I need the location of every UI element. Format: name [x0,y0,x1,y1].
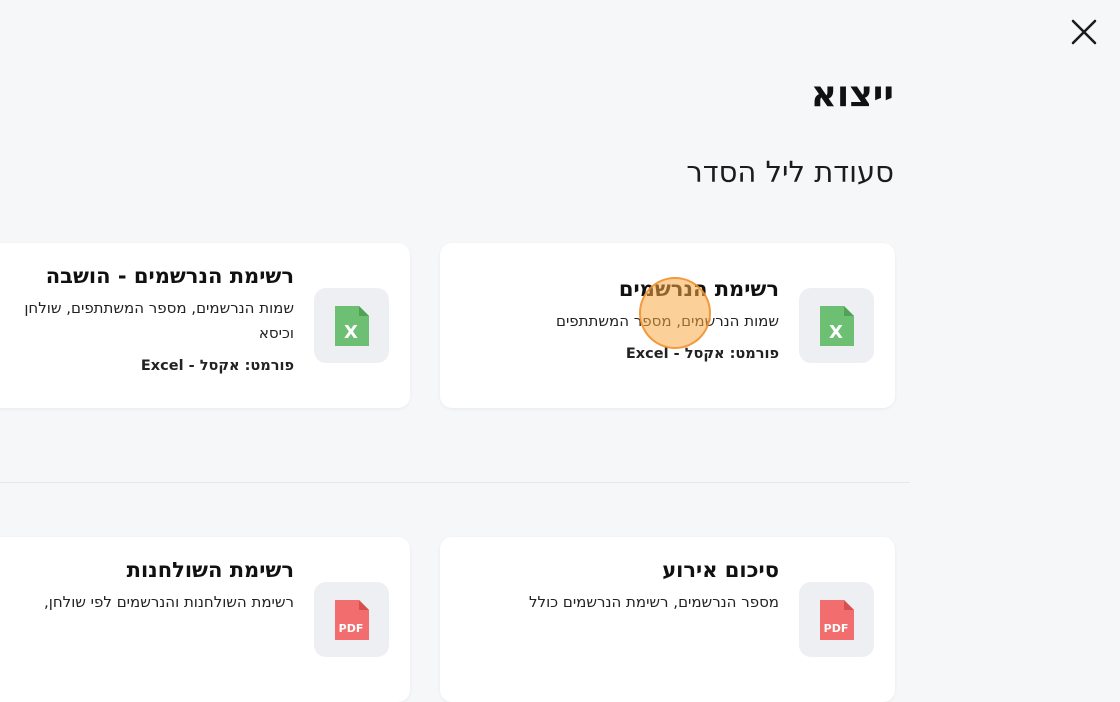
svg-text:X: X [829,322,843,343]
export-card-registrants-seating[interactable]: X רשימת הנרשמים - הושבה שמות הנרשמים, מס… [0,243,410,408]
export-card-event-summary[interactable]: PDF סיכום אירוע מספר הנרשמים, רשימת הנרש… [440,537,895,702]
excel-icon-box: X [314,288,389,363]
export-card-tables[interactable]: PDF רשימת השולחנות רשימת השולחנות והנרשמ… [0,537,410,702]
close-icon [1071,19,1097,45]
card-format: פורמט: אקסל - Excel [140,358,294,374]
card-title: רשימת הנרשמים [618,277,779,301]
card-description: שמות הנרשמים, מספר המשתתפים, שולחן וכיסא [24,299,294,342]
excel-icon-box: X [799,288,874,363]
excel-file-icon: X [334,305,369,346]
card-title: רשימת הנרשמים - הושבה [45,264,294,288]
pdf-file-icon: PDF [334,599,369,640]
card-description: שמות הנרשמים, מספר המשתתפים [556,312,779,330]
page-title: ייצוא [810,74,894,115]
card-title: רשימת השולחנות [126,558,294,582]
svg-text:PDF: PDF [338,622,363,635]
svg-text:X: X [344,322,358,343]
pdf-file-icon: PDF [819,599,854,640]
section-divider [0,482,910,483]
pdf-icon-box: PDF [314,582,389,657]
card-format: פורמט: אקסל - Excel [625,346,779,362]
svg-text:PDF: PDF [823,622,848,635]
card-description: רשימת השולחנות והנרשמים לפי שולחן, [44,593,294,611]
card-description: מספר הנרשמים, רשימת הנרשמים כולל [529,593,779,611]
pdf-icon-box: PDF [799,582,874,657]
event-name: סעודת ליל הסדר [686,155,894,189]
export-card-registrants[interactable]: X רשימת הנרשמים שמות הנרשמים, מספר המשתת… [440,243,895,408]
close-button[interactable] [1070,18,1098,46]
card-title: סיכום אירוע [662,558,779,582]
excel-file-icon: X [819,305,854,346]
